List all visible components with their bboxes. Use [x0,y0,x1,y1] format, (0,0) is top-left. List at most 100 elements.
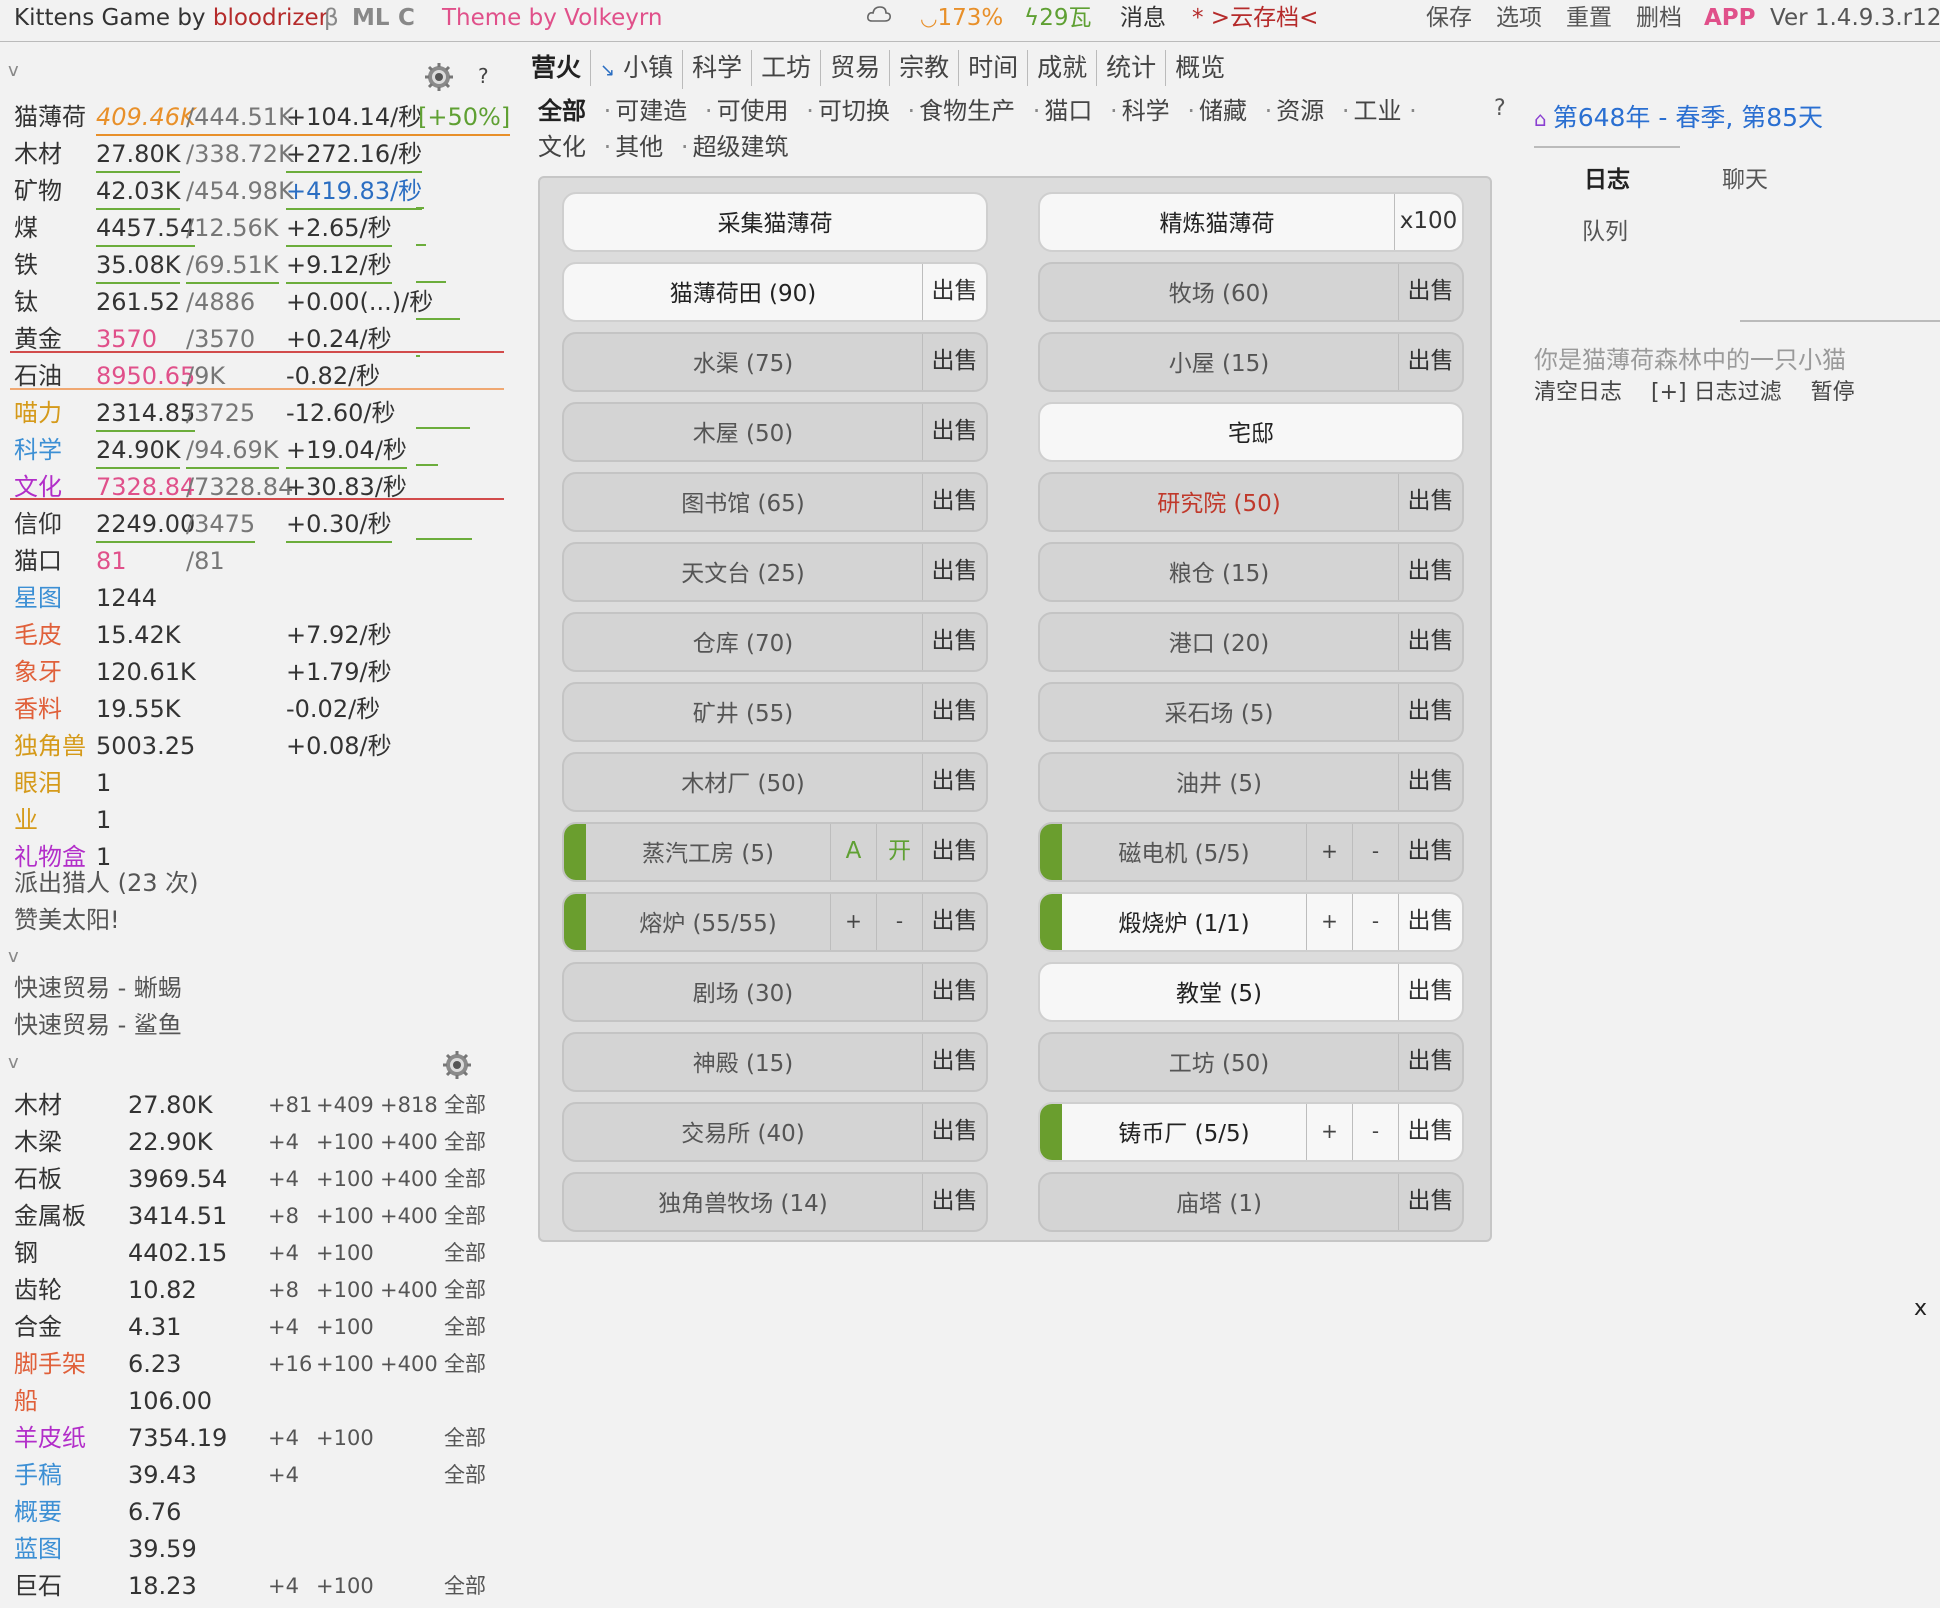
filter-buildable[interactable]: · 可建造 [604,93,688,129]
sell-button[interactable]: 出售 [922,754,986,810]
send-hunters-button[interactable]: 派出猎人 (23 次) [14,866,199,900]
craft-all-button[interactable]: 全部 [444,1421,486,1455]
building-pasture[interactable]: 牧场 (60) 出售 [1038,262,1464,322]
craft-all-button[interactable]: 全部 [444,1458,486,1492]
filter-togglable[interactable]: · 可切换 [806,93,890,129]
sell-button[interactable]: 出售 [922,334,986,390]
sell-button[interactable]: 出售 [1398,544,1462,600]
on-toggle[interactable]: 开 [876,824,922,880]
decrease-button[interactable]: - [1352,894,1398,950]
building-unicorn-pasture[interactable]: 独角兽牧场 (14) 出售 [562,1172,988,1232]
craft-small-button[interactable]: +16 [268,1347,312,1381]
tab-log[interactable]: 日志 [1584,160,1630,194]
building-workshop[interactable]: 工坊 (50) 出售 [1038,1032,1464,1092]
craft-all-button[interactable]: 全部 [444,1273,486,1307]
save-button[interactable]: 保存 [1426,3,1472,33]
sell-button[interactable]: 出售 [922,824,986,880]
sell-button[interactable]: 出售 [1398,264,1462,320]
log-filter-button[interactable]: [+] 日志过滤 [1651,380,1782,405]
messages-button[interactable]: 消息 [1120,3,1166,33]
craft-small-button[interactable]: +8 [268,1199,299,1233]
wipe-button[interactable]: 删档 [1636,3,1682,33]
craft-small-button[interactable]: +4 [268,1236,299,1270]
craft-large-button[interactable]: +400 [380,1125,438,1159]
craft-all-button[interactable]: 全部 [444,1199,486,1233]
filter-other[interactable]: · 其他 [604,129,664,165]
sell-button[interactable]: 出售 [922,404,986,460]
craft-small-button[interactable]: +4 [268,1310,299,1344]
building-quarry[interactable]: 采石场 (5) 出售 [1038,682,1464,742]
craft-small-button[interactable]: +4 [268,1125,299,1159]
decrease-button[interactable]: - [1352,824,1398,880]
building-mint[interactable]: 铸币厂 (5/5) + - 出售 [1038,1102,1464,1162]
refine-x100-button[interactable]: x100 [1394,194,1462,250]
building-mine[interactable]: 矿井 (55) 出售 [562,682,988,742]
sell-button[interactable]: 出售 [1398,1174,1462,1230]
gear-icon[interactable] [424,62,454,92]
craft-large-button[interactable]: +400 [380,1162,438,1196]
craft-small-button[interactable]: +8 [268,1273,299,1307]
filter-population[interactable]: · 猫口 [1033,93,1093,129]
quick-trade-sharks[interactable]: 快速贸易 - 鲨鱼 [14,1008,182,1042]
craft-large-button[interactable]: +400 [380,1273,438,1307]
tab-science[interactable]: 科学 [683,50,753,86]
clear-log-button[interactable]: 清空日志 [1534,380,1622,405]
tab-queue[interactable]: 队列 [1582,212,1628,246]
sell-button[interactable]: 出售 [1398,1034,1462,1090]
filters-help-icon[interactable]: ? [1494,96,1506,121]
filter-all[interactable]: 全部 [538,93,586,129]
praise-sun-button[interactable]: 赞美太阳! [14,903,120,937]
craft-large-button[interactable]: +400 [380,1347,438,1381]
building-oil-well[interactable]: 油井 (5) 出售 [1038,752,1464,812]
craft-medium-button[interactable]: +100 [316,1236,374,1270]
craft-medium-button[interactable]: +100 [316,1310,374,1344]
sell-button[interactable]: 出售 [922,1174,986,1230]
building-ziggurat[interactable]: 庙塔 (1) 出售 [1038,1172,1464,1232]
craft-small-button[interactable]: +4 [268,1458,299,1492]
filter-industry[interactable]: · 工业 · [1342,93,1421,129]
refine-catnip-button[interactable]: 精炼猫薄荷 x100 [1038,192,1464,252]
building-academy[interactable]: 研究院 (50) 出售 [1038,472,1464,532]
resources-help-icon[interactable]: ? [478,64,489,88]
increase-button[interactable]: + [1306,824,1352,880]
craft-large-button[interactable]: +818 [380,1088,438,1122]
cloud-save-link[interactable]: * >云存档< [1192,3,1318,33]
sell-button[interactable]: 出售 [1398,1104,1462,1160]
sell-button[interactable]: 出售 [1398,684,1462,740]
tab-trade[interactable]: 贸易 [821,50,891,86]
building-temple[interactable]: 神殿 (15) 出售 [562,1032,988,1092]
resources-collapse-toggle[interactable]: v [8,60,19,81]
tab-bonfire[interactable]: 营火 [522,50,592,86]
filter-resources[interactable]: · 资源 [1265,93,1325,129]
c-toggle[interactable]: C [398,3,415,33]
sell-button[interactable]: 出售 [1398,824,1462,880]
reset-button[interactable]: 重置 [1566,3,1612,33]
building-magneto[interactable]: 磁电机 (5/5) + - 出售 [1038,822,1464,882]
gather-catnip-button[interactable]: 采集猫薄荷 [562,192,988,252]
sell-button[interactable]: 出售 [1398,474,1462,530]
craft-all-button[interactable]: 全部 [444,1347,486,1381]
decrease-button[interactable]: - [1352,1104,1398,1160]
building-hut[interactable]: 小屋 (15) 出售 [1038,332,1464,392]
trade-collapse-toggle[interactable]: v [8,946,19,967]
tab-chat[interactable]: 聊天 [1722,160,1768,194]
craft-large-button[interactable]: +400 [380,1199,438,1233]
building-catnip-field[interactable]: 猫薄荷田 (90) 出售 [562,262,988,322]
craft-small-button[interactable]: +81 [268,1088,312,1122]
automation-toggle[interactable]: A [830,824,876,880]
app-link[interactable]: APP [1704,3,1756,33]
sell-button[interactable]: 出售 [922,894,986,950]
craft-medium-button[interactable]: +100 [316,1273,374,1307]
pause-button[interactable]: 暂停 [1811,380,1855,405]
tab-overview[interactable]: 概览 [1166,50,1234,86]
building-observatory[interactable]: 天文台 (25) 出售 [562,542,988,602]
sell-button[interactable]: 出售 [922,264,986,320]
tab-time[interactable]: 时间 [959,50,1029,86]
author-link[interactable]: bloodrizer [213,5,328,31]
sell-button[interactable]: 出售 [922,474,986,530]
craft-medium-button[interactable]: +100 [316,1199,374,1233]
filter-mega[interactable]: · 超级建筑 [681,129,789,165]
filter-culture[interactable]: 文化 [538,129,586,165]
craft-medium-button[interactable]: +100 [316,1162,374,1196]
theme-link[interactable]: Theme by Volkeyrn [442,3,662,33]
